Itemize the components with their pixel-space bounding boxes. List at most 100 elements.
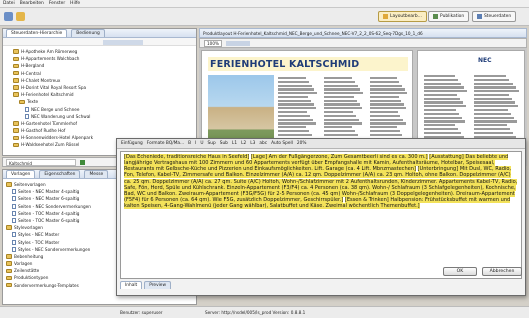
- tree-item-label: Produktiontypen: [14, 275, 49, 281]
- tree-item[interactable]: H-Ferienhotel Kaltschmid: [7, 91, 196, 98]
- tree-item[interactable]: H-Bergland: [7, 62, 196, 69]
- menu-fenster[interactable]: Fenster: [49, 1, 65, 6]
- status-bar: Benutzer: superuser Server: http://nsdel…: [0, 306, 529, 318]
- tree-item[interactable]: H-Apotheke Am Römerweg: [7, 48, 196, 55]
- text-line: [324, 133, 358, 136]
- steuerdaten-hierarchy-panel: Steuerdaten-Hierarchie Bedienung H-Apoth…: [2, 28, 197, 156]
- menu-bearbeiten[interactable]: Bearbeiten: [20, 1, 44, 6]
- text-line: [424, 86, 465, 89]
- tree-item-label: H-Central: [21, 70, 41, 76]
- format-tool[interactable]: 20%: [297, 141, 307, 146]
- tab-vorlagen[interactable]: Vorlagen: [6, 170, 36, 178]
- text-line: [324, 95, 354, 99]
- panel-toolbar-icons[interactable]: [103, 40, 143, 45]
- format-tool[interactable]: I: [195, 141, 196, 146]
- format-tool[interactable]: B: [188, 141, 191, 146]
- menu-bar: Datei Bearbeiten Fenster Hilfe: [0, 0, 529, 8]
- back-icon[interactable]: [4, 12, 13, 21]
- layout-icon: [383, 14, 388, 19]
- menu-datei[interactable]: Datei: [3, 1, 15, 6]
- folder-icon: [13, 49, 19, 54]
- tree-item[interactable]: H-Central: [7, 70, 196, 77]
- text-line: [474, 97, 512, 100]
- page-nav-icons[interactable]: [225, 40, 250, 46]
- folder-icon: [13, 85, 19, 90]
- text-line: [324, 111, 354, 114]
- data-icon: [477, 14, 482, 19]
- status-server: Server: http://nsdel/005/ls_prod Version…: [205, 310, 306, 315]
- tab-inhalt[interactable]: Inhalt: [120, 281, 143, 289]
- format-tool[interactable]: U: [200, 141, 203, 146]
- text-line: [474, 116, 515, 119]
- tree-item-label: Bebenheitung: [14, 253, 44, 259]
- tree-item[interactable]: NEC Wanderung und Schwal: [7, 113, 196, 120]
- format-tool[interactable]: Formate BQ/Ma...: [147, 141, 184, 146]
- format-tool[interactable]: Sub: [220, 141, 228, 146]
- text-line: [474, 82, 513, 85]
- zoom-select[interactable]: 100%: [204, 39, 222, 47]
- tab-steuerdaten-hierarchie[interactable]: Steuerdaten-Hierarchie: [6, 29, 68, 37]
- text-segment: [Das Echeniede, traditionsreiche Haus in…: [124, 154, 250, 160]
- tree-item[interactable]: H-Gartenhotel Tümmlerhof: [7, 120, 196, 127]
- perspective-steuerdaten-button[interactable]: Steuerdaten: [472, 11, 517, 22]
- panel-tab-strip: Steuerdaten-Hierarchie Bedienung: [3, 29, 196, 38]
- text-line: [278, 84, 312, 87]
- format-tool[interactable]: Einfügung: [121, 141, 143, 146]
- text-line: [474, 131, 514, 134]
- format-tool[interactable]: Sup: [208, 141, 216, 146]
- text-line: [278, 129, 310, 133]
- text-line: [324, 99, 357, 102]
- tree-item-label: H-Gasthof Rudhe Hof: [21, 128, 66, 134]
- perspective-layout-button[interactable]: Layoutbearb...: [378, 11, 427, 22]
- tab-eigenschaften[interactable]: Eigenschaften: [39, 170, 81, 178]
- cancel-button[interactable]: Abbrechen: [482, 267, 522, 276]
- text-line: [474, 101, 515, 104]
- text-line: [474, 78, 510, 81]
- text-line: [474, 112, 511, 115]
- format-tool[interactable]: L3: [250, 141, 255, 146]
- folder-icon: [19, 99, 25, 105]
- text-line: [324, 129, 356, 133]
- tree-item-label: Seiten - NEC Master 6-spaltig: [18, 196, 80, 202]
- tree-item-label: Vorlagen: [14, 261, 33, 267]
- folder-icon[interactable]: [16, 12, 25, 21]
- text-line: [370, 92, 408, 95]
- text-line: [424, 93, 457, 97]
- text-line: [324, 92, 364, 95]
- text-line: [370, 107, 407, 110]
- tree-item[interactable]: H-Dorint Vital Royal Resort Spa: [7, 84, 196, 91]
- editor-tab[interactable]: Produktlayout H-Ferienhotel_Kaltschmid_N…: [199, 28, 527, 38]
- title-frame[interactable]: FERIENHOTEL KALTSCHMID: [208, 57, 408, 71]
- tree-item[interactable]: Texte: [7, 98, 196, 105]
- tree-item[interactable]: H-Appartements Walchbach: [7, 55, 196, 62]
- filter-icon[interactable]: [80, 159, 85, 165]
- perspective-publication-button[interactable]: Publikation: [428, 11, 470, 22]
- ok-button[interactable]: OK: [443, 267, 477, 276]
- document-icon: [12, 246, 16, 252]
- tree-item-label: H-Apotheke Am Römerweg: [21, 49, 78, 54]
- text-line: [278, 118, 313, 121]
- text-segment: Am der Fußgängerzone, Zum Gesamtbeerli s…: [267, 154, 428, 160]
- tab-preview[interactable]: Preview: [144, 281, 171, 289]
- format-tool[interactable]: Auto Spell: [271, 141, 293, 146]
- tab-bedienung[interactable]: Bedienung: [71, 29, 105, 37]
- text-line: [370, 84, 402, 87]
- rich-text-editor[interactable]: [Das Echeniede, traditionsreiche Haus in…: [120, 151, 522, 279]
- document-icon: [12, 218, 16, 224]
- format-tool[interactable]: abc: [259, 141, 267, 146]
- tab-messe[interactable]: Messe: [84, 170, 109, 178]
- text-line: [424, 109, 457, 112]
- text-line: [324, 122, 362, 125]
- tree-item[interactable]: H-Gasthof Rudhe Hof: [7, 127, 196, 134]
- publication-icon: [433, 14, 438, 19]
- folder-icon: [13, 135, 19, 141]
- format-tool[interactable]: L1: [232, 141, 237, 146]
- tree-item[interactable]: H-Chalet Montreux: [7, 77, 196, 84]
- tree-item[interactable]: NEC Berge und Schnee: [7, 106, 196, 113]
- menu-hilfe[interactable]: Hilfe: [70, 1, 80, 6]
- format-tool[interactable]: L2: [241, 141, 246, 146]
- text-line: [474, 93, 509, 97]
- filter-input[interactable]: Kaltschmid: [6, 158, 76, 166]
- tree-item-label: Seiten - NEC Master 4-spaltig: [18, 189, 80, 195]
- text-line: [424, 101, 464, 104]
